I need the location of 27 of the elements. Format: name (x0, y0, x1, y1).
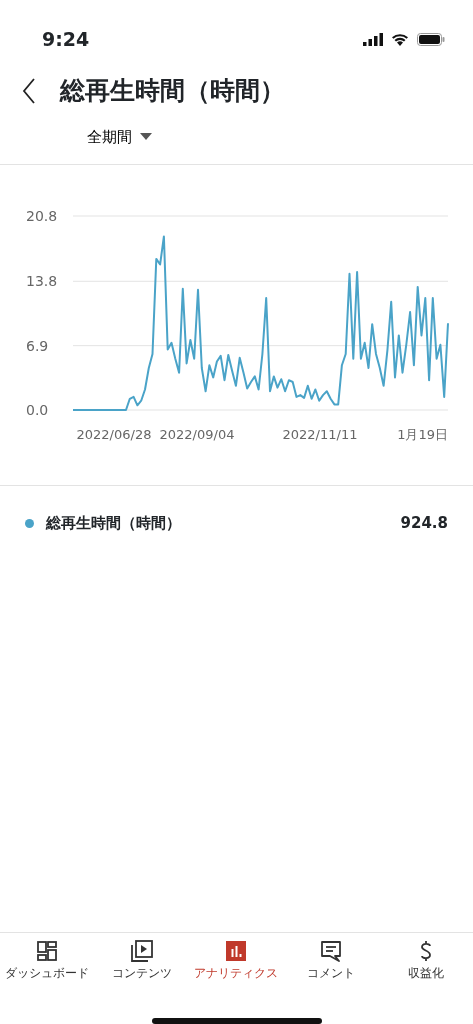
nav-tab[interactable]: 収益化 (378, 938, 473, 982)
grid-icon (35, 938, 60, 963)
y-tick-label: 6.9 (26, 337, 49, 354)
period-dropdown[interactable]: 全期間 (87, 125, 152, 148)
back-icon[interactable] (22, 77, 36, 104)
nav-tab[interactable]: コメント (283, 938, 379, 982)
wifi-icon (391, 32, 409, 46)
signal-icon (363, 32, 383, 46)
x-tick-label: 2022/11/11 (282, 427, 358, 442)
status-time: 9:24 (42, 26, 90, 52)
battery-icon (417, 32, 445, 46)
total-value: 924.8 (400, 513, 448, 534)
x-tick-label: 2022/09/04 (159, 427, 235, 442)
bar-chart-icon (224, 938, 249, 963)
y-tick-label: 0.0 (26, 402, 49, 418)
nav-tab[interactable]: ダッシュボード (0, 938, 95, 982)
x-tick-label: 2022/06/28 (76, 427, 152, 442)
page-title: 総再生時間（時間） (60, 75, 285, 107)
comment-icon (319, 938, 344, 963)
play-icon (129, 938, 154, 963)
y-tick-label: 13.8 (26, 273, 58, 290)
nav-tab[interactable]: コンテンツ (94, 938, 190, 982)
nav-tab[interactable]: アナリティクス (189, 938, 284, 982)
x-tick-label: 1月19日 (397, 427, 448, 442)
legend-label: 総再生時間（時間） (46, 513, 181, 534)
caret-icon (140, 133, 152, 141)
y-tick-label: 20.8 (26, 208, 58, 224)
